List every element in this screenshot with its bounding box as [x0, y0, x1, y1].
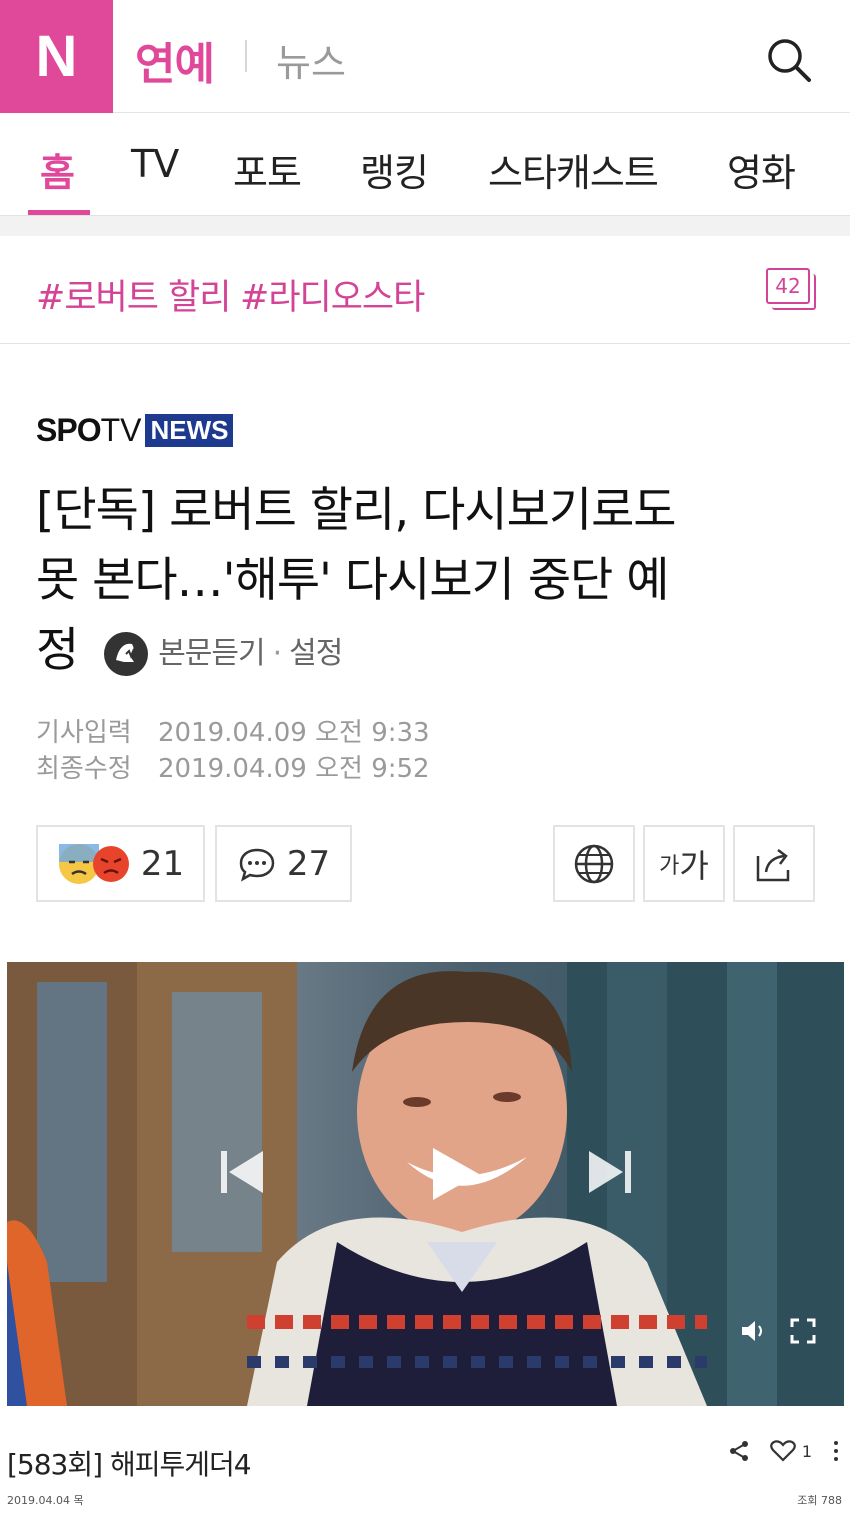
published-value: 2019.04.09 오전 9:33 — [157, 718, 430, 748]
source-logo-tv: TV — [100, 411, 142, 448]
tab-tv[interactable]: TV — [131, 142, 179, 186]
font-size-button[interactable]: 가 가 — [643, 825, 725, 902]
tab-photo[interactable]: 포토 — [233, 142, 302, 197]
hashtag-radio-star[interactable]: #라디오스타 — [240, 269, 425, 320]
tts-speaker-icon[interactable] — [102, 630, 150, 678]
share-icon[interactable] — [728, 1440, 750, 1462]
article-title-line2: 못 본다…'해투' 다시보기 중단 예 — [36, 553, 669, 608]
article-title: [단독] 로버트 할리, 다시보기로도 못 본다…'해투' 다시보기 중단 예 … — [36, 476, 826, 689]
modified-date: 최종수정 2019.04.09 오전 9:52 — [36, 748, 430, 785]
active-tab-indicator — [28, 210, 90, 215]
video-title[interactable]: [583회] 해피투게더4 — [7, 1443, 252, 1483]
heart-icon — [769, 1440, 796, 1462]
tab-starcast[interactable]: 스타캐스트 — [488, 142, 659, 197]
section-separator — [0, 216, 850, 236]
modified-label: 최종수정 — [36, 754, 132, 784]
comment-icon — [239, 848, 275, 882]
tab-ranking[interactable]: 랭킹 — [360, 142, 429, 197]
font-size-small-label: 가 — [659, 853, 680, 879]
tab-home[interactable]: 홈 — [40, 142, 75, 197]
fullscreen-icon[interactable] — [790, 1318, 816, 1344]
naver-logo[interactable]: N — [0, 0, 113, 113]
video-date: 2019.04.04 목 — [7, 1494, 84, 1507]
play-icon[interactable] — [425, 1144, 485, 1204]
tab-movie[interactable]: 영화 — [727, 142, 796, 197]
top-header: N 연예 뉴스 — [0, 0, 850, 113]
published-label: 기사입력 — [36, 718, 132, 748]
source-logo[interactable]: SPO TV NEWS — [36, 411, 234, 448]
article-title-line1: [단독] 로버트 할리, 다시보기로도 — [36, 483, 677, 538]
section-title[interactable]: 연예 — [135, 28, 215, 92]
tts-control: 본문듣기 · 설정 — [102, 619, 343, 689]
article-title-line3-wrap: 정 본문듣기 · 설정 — [36, 616, 826, 689]
search-button[interactable] — [766, 37, 812, 83]
next-icon[interactable] — [585, 1147, 635, 1197]
font-size-large-label: 가 — [679, 846, 709, 885]
section-subtitle[interactable]: 뉴스 — [276, 32, 346, 87]
comment-count: 27 — [286, 843, 331, 884]
reaction-button[interactable]: 21 — [36, 825, 205, 902]
modified-value: 2019.04.09 오전 9:52 — [157, 754, 430, 784]
like-count: 1 — [801, 1441, 812, 1461]
source-logo-news: NEWS — [145, 413, 234, 447]
volume-icon[interactable] — [740, 1319, 768, 1343]
reaction-count: 21 — [140, 843, 185, 884]
previous-icon[interactable] — [217, 1147, 267, 1197]
translate-button[interactable] — [553, 825, 635, 902]
video-actions: 1 — [728, 1440, 840, 1462]
globe-icon — [574, 844, 614, 883]
tts-settings-button[interactable]: 설정 — [289, 619, 343, 689]
share-button[interactable] — [733, 825, 815, 902]
comment-button[interactable]: 27 — [215, 825, 352, 902]
angry-emoji-icon — [92, 845, 129, 882]
article-title-line3: 정 — [36, 623, 79, 678]
hashtag-count-badge[interactable]: 42 — [766, 268, 810, 304]
video-views: 조회 788 — [797, 1494, 842, 1507]
category-tabs: 홈 TV 포토 랭킹 스타캐스트 영화 — [0, 114, 850, 216]
like-button[interactable]: 1 — [769, 1440, 812, 1462]
hashtag-bar: #로버트 할리 #라디오스타 42 — [0, 236, 850, 344]
tts-listen-button[interactable]: 본문듣기 — [158, 619, 265, 689]
source-logo-spo: SPO — [36, 411, 102, 448]
more-options-icon[interactable] — [832, 1440, 840, 1462]
hashtag-robert-holley[interactable]: #로버트 할리 — [36, 269, 231, 320]
tts-separator: · — [272, 635, 282, 671]
share-icon — [756, 848, 790, 881]
header-divider — [245, 40, 247, 72]
published-date: 기사입력 2019.04.09 오전 9:33 — [36, 712, 430, 749]
video-player[interactable] — [7, 962, 844, 1406]
search-icon — [768, 39, 811, 82]
